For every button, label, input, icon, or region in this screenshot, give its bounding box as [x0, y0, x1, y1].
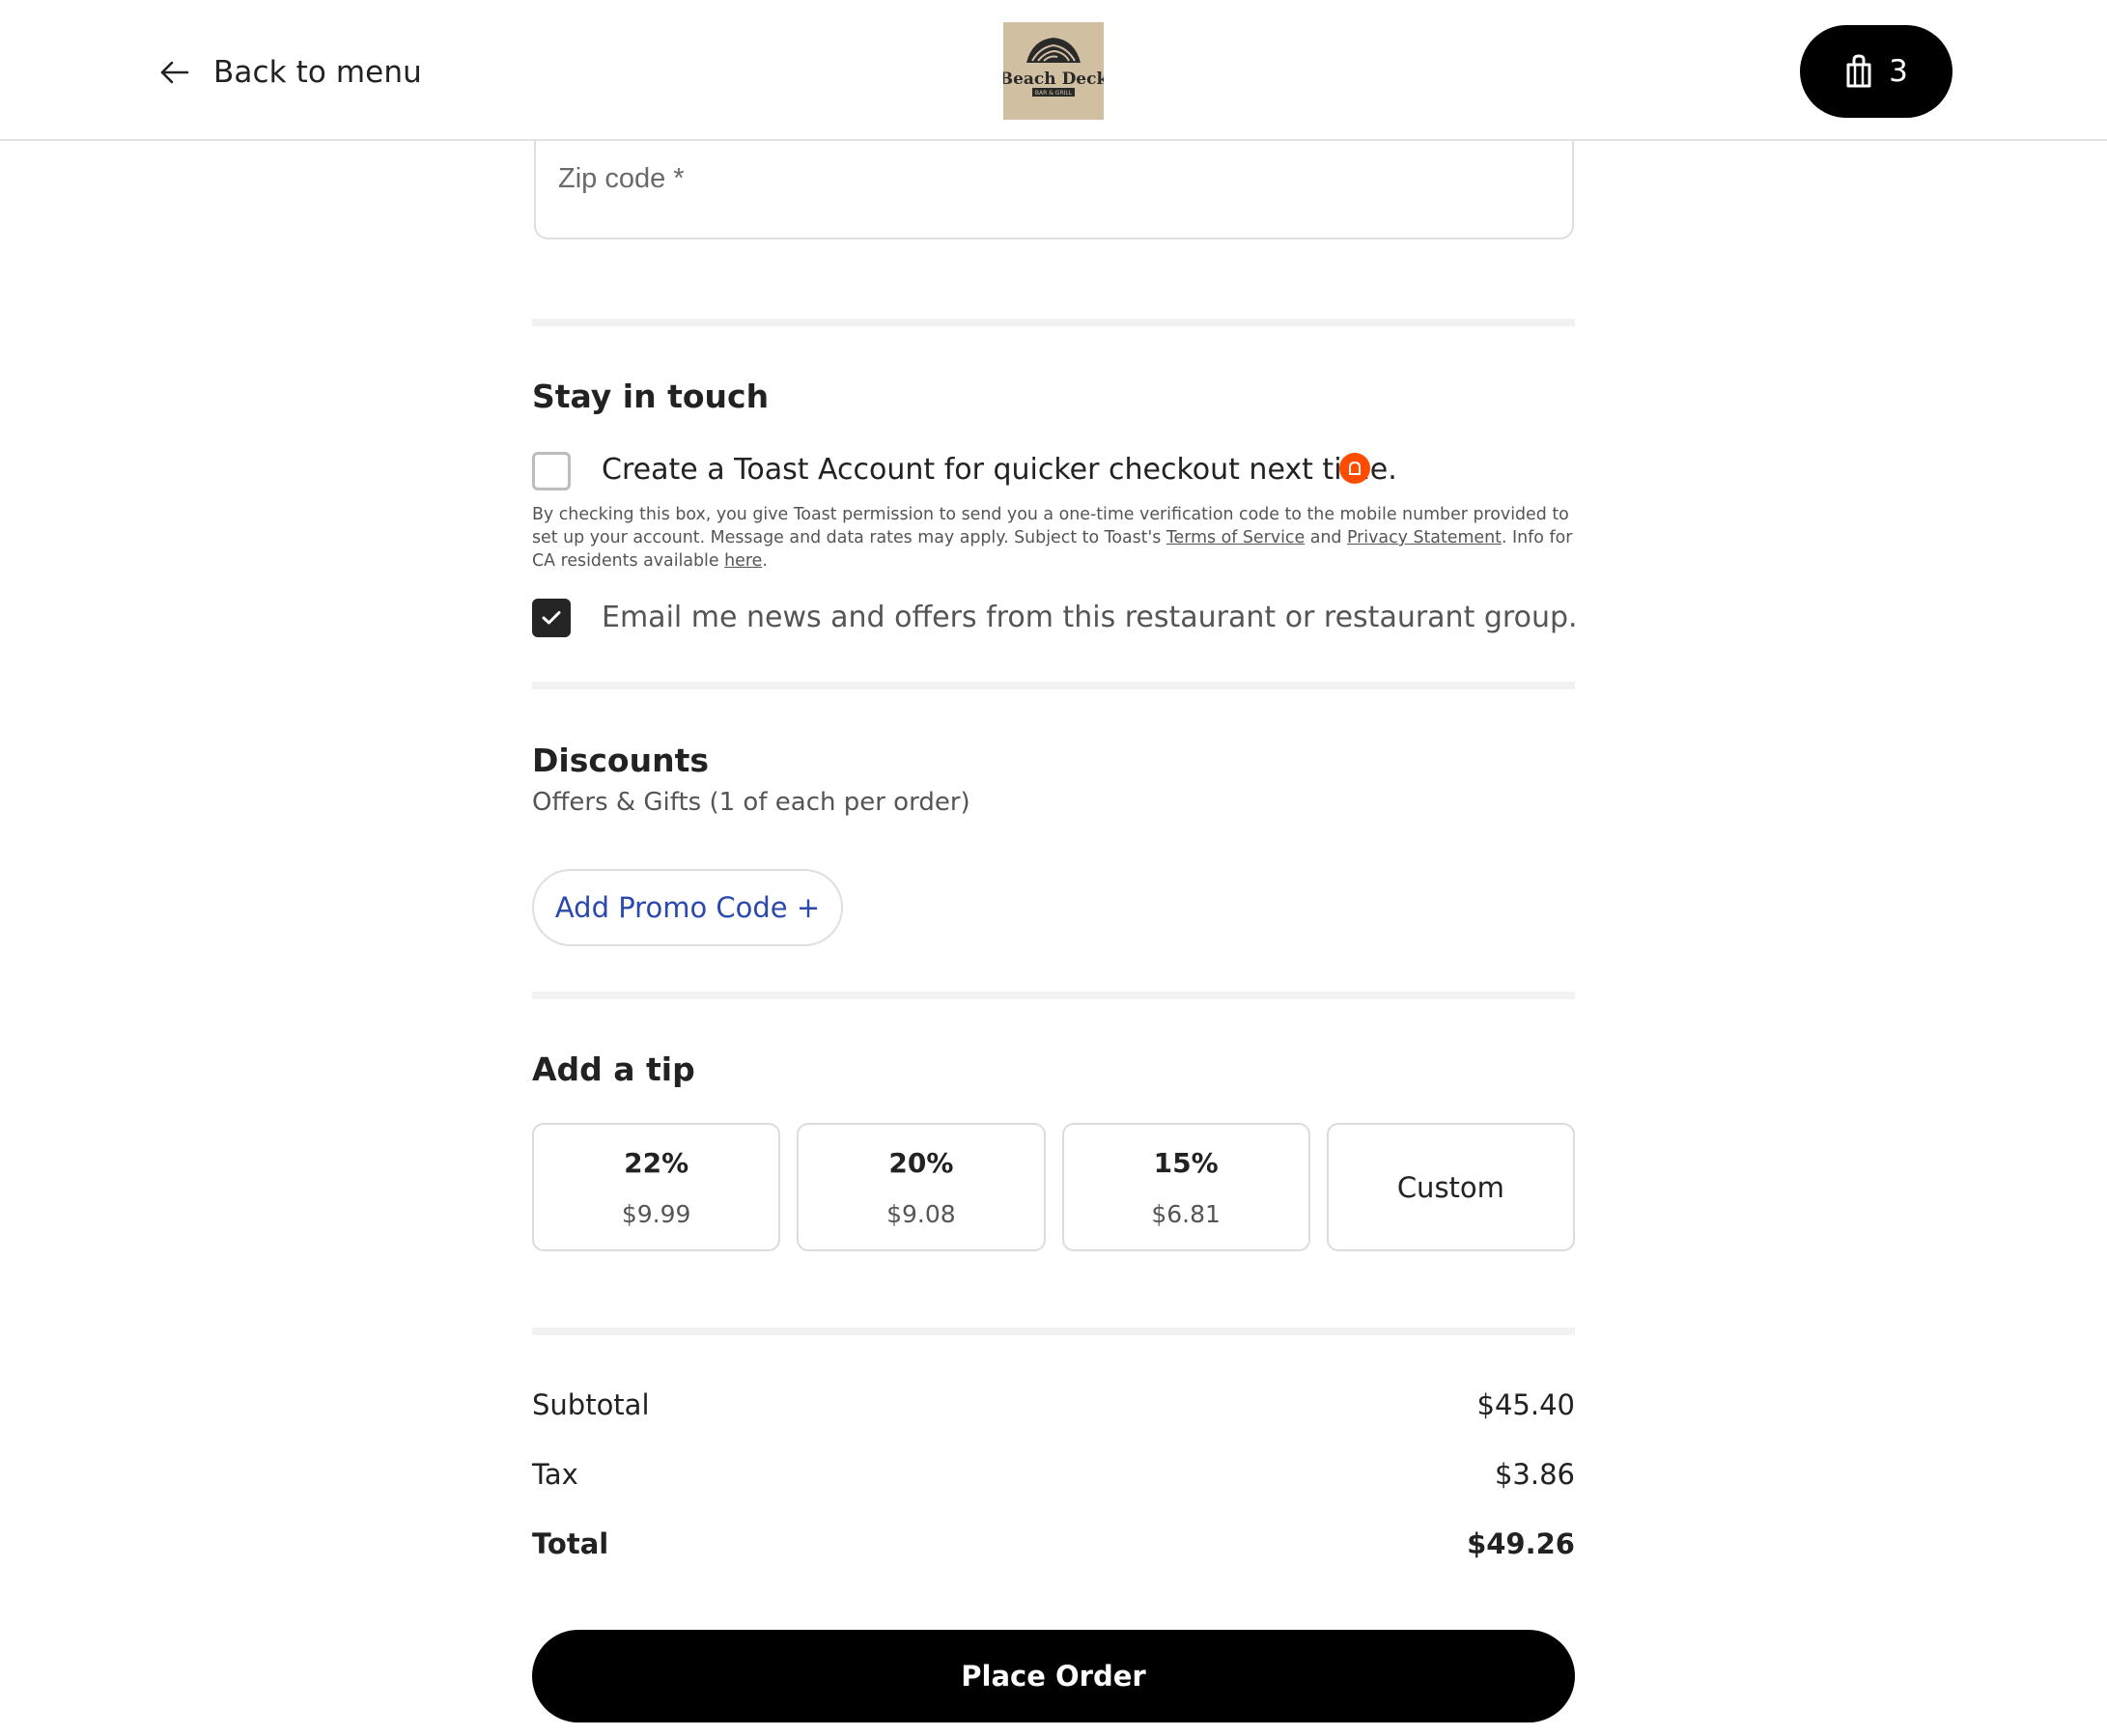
- total-value: $49.26: [1467, 1527, 1575, 1560]
- section-divider: [532, 682, 1575, 689]
- cart-count: 3: [1889, 54, 1908, 89]
- privacy-statement-link[interactable]: Privacy Statement: [1347, 528, 1502, 547]
- toast-logo-icon: [1339, 453, 1370, 484]
- back-to-menu-link[interactable]: Back to menu: [160, 48, 422, 97]
- tip-option-custom[interactable]: Custom: [1326, 1123, 1575, 1251]
- email-offers-checkbox[interactable]: [532, 599, 571, 637]
- back-to-menu-label: Back to menu: [213, 55, 422, 90]
- cart-button[interactable]: 3: [1800, 25, 1952, 118]
- email-offers-label: Email me news and offers from this resta…: [602, 601, 1578, 634]
- tip-percent: 22%: [624, 1146, 689, 1179]
- tip-option-15[interactable]: 15% $6.81: [1061, 1123, 1310, 1251]
- logo-title: Beach Deck: [1003, 70, 1104, 89]
- checkmark-icon: [542, 611, 561, 625]
- discounts-subtitle: Offers & Gifts (1 of each per order): [532, 788, 970, 817]
- total-row: Total $49.26: [532, 1527, 1575, 1560]
- subtotal-value: $45.40: [1476, 1388, 1575, 1421]
- tip-amount: $9.08: [886, 1199, 956, 1228]
- tax-value: $3.86: [1494, 1458, 1575, 1491]
- tip-percent: 15%: [1153, 1146, 1219, 1179]
- tax-row: Tax $3.86: [532, 1458, 1575, 1491]
- create-account-checkbox[interactable]: [532, 452, 571, 490]
- top-header: Back to menu Beach Deck BAR & GRILL 3: [0, 0, 2107, 141]
- toast-account-disclaimer: By checking this box, you give Toast per…: [532, 505, 1573, 571]
- tax-label: Tax: [532, 1458, 578, 1491]
- tip-option-22[interactable]: 22% $9.99: [532, 1123, 781, 1251]
- logo-subtitle: BAR & GRILL: [1035, 90, 1073, 97]
- place-order-button[interactable]: Place Order: [532, 1630, 1575, 1722]
- subtotal-row: Subtotal $45.40: [532, 1388, 1575, 1421]
- subtotal-label: Subtotal: [532, 1388, 650, 1421]
- ca-residents-here-link[interactable]: here: [724, 551, 762, 571]
- zip-code-input[interactable]: [536, 154, 1572, 203]
- create-account-label: Create a Toast Account for quicker check…: [602, 453, 1397, 487]
- restaurant-logo[interactable]: Beach Deck BAR & GRILL: [1003, 22, 1104, 120]
- add-tip-heading: Add a tip: [532, 1050, 695, 1088]
- total-label: Total: [532, 1527, 609, 1560]
- add-promo-code-button[interactable]: Add Promo Code +: [532, 869, 843, 946]
- shopping-bag-icon: [1846, 54, 1871, 88]
- terms-of-service-link[interactable]: Terms of Service: [1166, 528, 1305, 547]
- section-divider: [532, 1328, 1575, 1335]
- tip-options: 22% $9.99 20% $9.08 15% $6.81 Custom: [532, 1123, 1575, 1251]
- tip-amount: $9.99: [621, 1199, 691, 1228]
- tip-amount: $6.81: [1151, 1199, 1221, 1228]
- tip-option-20[interactable]: 20% $9.08: [797, 1123, 1046, 1251]
- section-divider: [532, 992, 1575, 999]
- stay-in-touch-heading: Stay in touch: [532, 378, 770, 415]
- tip-custom-label: Custom: [1396, 1170, 1504, 1204]
- section-divider: [532, 319, 1575, 326]
- arrow-left-icon: [160, 61, 189, 84]
- tip-percent: 20%: [888, 1146, 954, 1179]
- discounts-heading: Discounts: [532, 742, 709, 779]
